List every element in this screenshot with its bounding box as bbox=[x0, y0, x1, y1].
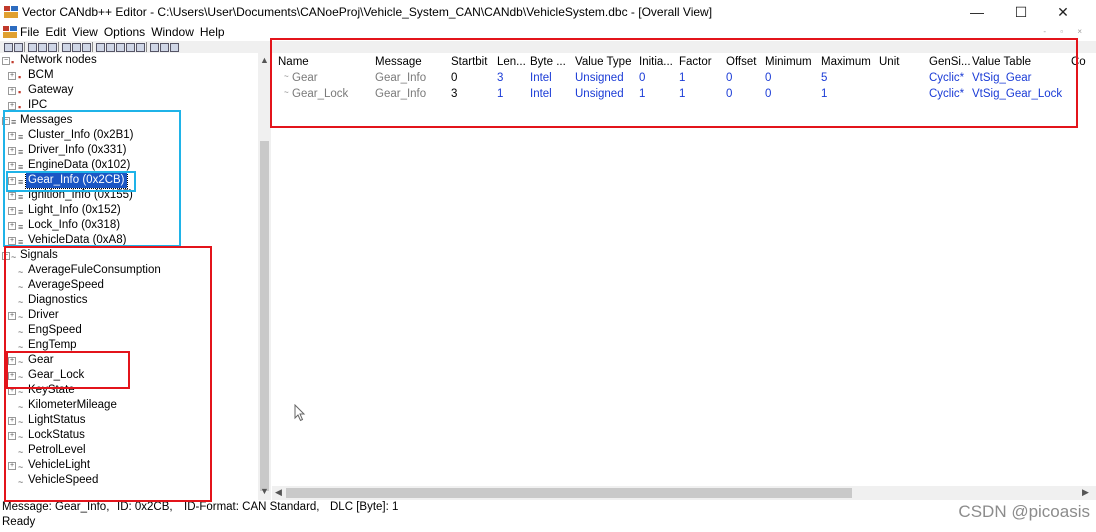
signal-icon[interactable] bbox=[170, 43, 179, 52]
find-icon[interactable] bbox=[72, 43, 81, 52]
expand-icon[interactable]: + bbox=[8, 72, 16, 80]
cut-icon[interactable] bbox=[28, 43, 37, 52]
expand-icon[interactable]: + bbox=[8, 87, 16, 95]
table-horizontal-scrollbar[interactable]: ◀ ▶ bbox=[272, 486, 1096, 500]
scrollbar-thumb[interactable] bbox=[286, 488, 852, 498]
ecu-node-icon: ▪ bbox=[18, 72, 22, 82]
menu-view[interactable]: View bbox=[72, 25, 98, 39]
document-icon[interactable] bbox=[3, 26, 17, 38]
canDb-app-icon bbox=[4, 6, 18, 18]
print-icon[interactable] bbox=[62, 43, 71, 52]
close-button[interactable]: ✕ bbox=[1040, 2, 1086, 22]
expand-icon[interactable]: + bbox=[8, 102, 16, 110]
status-id-format: ID-Format: CAN Standard, bbox=[184, 501, 320, 513]
toolbar-separator bbox=[146, 42, 147, 52]
minimize-button[interactable]: — bbox=[954, 2, 1000, 22]
status-bar-info: Message: Gear_Info, ID: 0x2CB, ID-Format… bbox=[0, 501, 1096, 516]
annotation-box-selected-message bbox=[6, 171, 136, 192]
toolbar-separator bbox=[58, 42, 59, 52]
view-list-icon[interactable] bbox=[96, 43, 105, 52]
window-title: Vector CANdb++ Editor - C:\Users\User\Do… bbox=[22, 5, 713, 19]
paste-icon[interactable] bbox=[48, 43, 57, 52]
tree-label: Gateway bbox=[28, 84, 74, 96]
scroll-right-icon[interactable]: ▶ bbox=[1082, 487, 1089, 498]
toolbar-separator bbox=[24, 42, 25, 52]
network-node-icon: ▪ bbox=[11, 57, 15, 67]
ecu-node-icon: ▪ bbox=[18, 87, 22, 97]
new-icon[interactable] bbox=[4, 43, 13, 52]
view-details-icon[interactable] bbox=[116, 43, 125, 52]
status-ready: Ready bbox=[2, 516, 36, 528]
scroll-down-icon[interactable]: ▼ bbox=[260, 486, 269, 496]
ecu-icon[interactable] bbox=[160, 43, 169, 52]
annotation-box-table bbox=[270, 38, 1078, 128]
replace-icon[interactable] bbox=[82, 43, 91, 52]
tree-label: BCM bbox=[28, 69, 54, 81]
status-message: Message: Gear_Info, bbox=[2, 501, 110, 513]
menu-options[interactable]: Options bbox=[104, 25, 145, 39]
view-tree-icon[interactable] bbox=[106, 43, 115, 52]
title-bar: Vector CANdb++ Editor - C:\Users\User\Do… bbox=[0, 0, 1096, 24]
annotation-box-gear-signals bbox=[6, 351, 130, 389]
watermark: CSDN @picoasis bbox=[958, 502, 1090, 521]
menu-edit[interactable]: Edit bbox=[45, 25, 66, 39]
save-icon[interactable] bbox=[14, 43, 23, 52]
status-id: ID: 0x2CB, bbox=[117, 501, 173, 513]
status-dlc: DLC [Byte]: 1 bbox=[330, 501, 399, 513]
scroll-up-icon[interactable]: ▲ bbox=[260, 55, 269, 65]
mdi-window-controls[interactable]: - ▫ × bbox=[1043, 27, 1088, 36]
scroll-left-icon[interactable]: ◀ bbox=[275, 487, 282, 498]
copy-icon[interactable] bbox=[38, 43, 47, 52]
menu-window[interactable]: Window bbox=[151, 25, 194, 39]
network-icon[interactable] bbox=[150, 43, 159, 52]
tree-label: Network nodes bbox=[20, 54, 97, 66]
view-large-icon[interactable] bbox=[126, 43, 135, 52]
mouse-cursor-icon bbox=[294, 404, 306, 422]
maximize-button[interactable]: ☐ bbox=[998, 2, 1044, 22]
collapse-icon[interactable]: − bbox=[2, 57, 10, 65]
view-small-icon[interactable] bbox=[136, 43, 145, 52]
scrollbar-thumb[interactable] bbox=[260, 141, 269, 491]
menu-file[interactable]: File bbox=[20, 25, 39, 39]
menu-help[interactable]: Help bbox=[200, 25, 225, 39]
toolbar-separator bbox=[92, 42, 93, 52]
status-bar: Ready bbox=[0, 516, 1096, 532]
